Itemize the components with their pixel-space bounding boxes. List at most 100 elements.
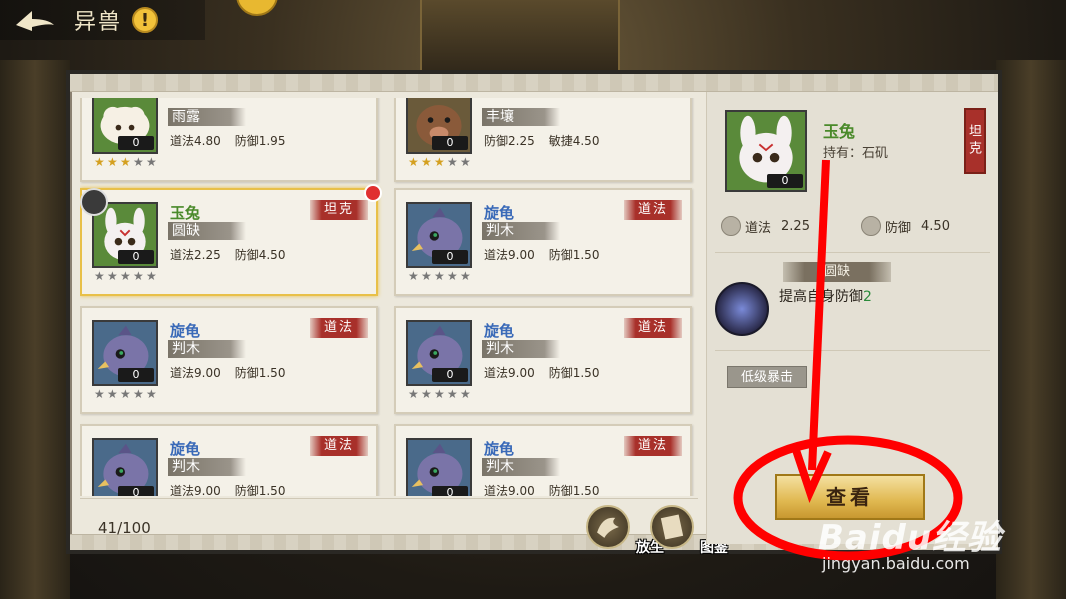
star-icon: ★ [146, 155, 157, 169]
release-button[interactable]: 放生 [586, 505, 664, 556]
level-badge: 0 [432, 250, 468, 264]
star-icon: ★ [408, 387, 419, 401]
beast-stats: 道法9.00 防御1.50 [170, 482, 285, 496]
background-pillar-right [996, 60, 1066, 599]
stat-label: 道法 [745, 220, 772, 236]
star-icon: ★ [94, 155, 105, 169]
beast-card[interactable]: 0 ★ ★ ★ ★ ★ 丰壤 防御2.25 敏捷4.50 [394, 98, 692, 182]
watermark-url: jingyan.baidu.com [822, 554, 970, 573]
star-icon: ★ [447, 387, 458, 401]
defense-icon [861, 216, 881, 236]
background-pillar-left [0, 60, 70, 599]
beast-stats: 道法9.00 防御1.50 [484, 482, 599, 496]
level-badge: 0 [118, 368, 154, 382]
beast-card[interactable]: 0 ★★★★★ 旋龟 判木 道法9.00 防御1.50 道法 [80, 424, 378, 496]
detail-name: 玉兔 [823, 122, 856, 141]
beast-list[interactable]: 0 ★ ★ ★ ★ ★ 雨露 道法4.80 防御1.95 0 ★ ★ ★ ★ ★ 丰壤 防御2.… [80, 98, 698, 496]
beast-detail: 0 玉兔 持有：石矶 坦克 道法 2.25 防御 4.50 圆缺 提高自身防御2… [706, 92, 998, 544]
beast-stats: 道法9.00 防御1.50 [484, 246, 599, 263]
boar-portrait-icon: 0 [406, 98, 472, 154]
detail-stat-defense: 防御 4.50 [861, 216, 950, 236]
beast-stats: 道法4.80 防御1.95 [170, 132, 285, 149]
beast-name: 旋龟 [484, 322, 515, 340]
star-icon: ★ [107, 269, 118, 283]
beast-stats: 道法9.00 防御1.50 [484, 364, 599, 381]
stat-primary: 道法4.80 [170, 134, 221, 148]
beast-card[interactable]: 0 ★★★★★ 旋龟 判木 道法9.00 防御1.50 道法 [80, 306, 378, 414]
detail-portrait: 0 [725, 110, 807, 192]
level-badge: 0 [432, 486, 468, 496]
coin-icon[interactable] [236, 0, 278, 16]
beast-stats: 防御2.25 敏捷4.50 [484, 132, 599, 149]
star-icon: ★ [460, 155, 471, 169]
star-icon: ★ [107, 155, 118, 169]
skill-name: 圆缺 [168, 222, 246, 240]
beast-card[interactable]: 0 ★ ★ ★ ★ ★ 玉兔 圆缺 道法2.25 防御4.50 坦克 [80, 184, 382, 296]
star-icon: ★ [133, 387, 144, 401]
stat-value: 4.50 [921, 218, 950, 234]
back-arrow-icon[interactable] [12, 5, 62, 35]
divider [715, 252, 990, 253]
star-icon: ★ [434, 269, 445, 283]
beast-name: 旋龟 [170, 440, 201, 458]
star-icon: ★ [434, 387, 445, 401]
level-badge: 0 [118, 250, 154, 264]
stat-primary: 道法9.00 [484, 366, 535, 380]
beast-card[interactable]: 0 ★★★★★ 旋龟 判木 道法9.00 防御1.50 道法 [394, 306, 692, 414]
star-icon: ★ [421, 269, 432, 283]
star-icon: ★ [120, 387, 131, 401]
info-icon[interactable]: ! [132, 7, 159, 33]
star-icon: ★ [421, 387, 432, 401]
role-tag: 道法 [310, 436, 368, 456]
passive-skill-tag[interactable]: 低级暴击 [727, 366, 807, 388]
stat-secondary: 防御1.95 [234, 134, 286, 148]
bird-portrait-icon: 0 [406, 320, 472, 386]
beast-name: 玉兔 [170, 204, 201, 222]
star-icon: ★ [460, 269, 471, 283]
atlas-button[interactable]: 图鉴 [650, 505, 728, 556]
skill-name: 判木 [168, 340, 246, 358]
star-icon: ★ [434, 155, 445, 169]
star-rating: ★ ★ ★ ★ ★ [94, 388, 158, 400]
bird-portrait-icon: 0 [92, 438, 158, 496]
level-badge: 0 [118, 486, 154, 496]
beast-stats: 道法9.00 防御1.50 [170, 364, 285, 381]
skill-sword-icon[interactable] [715, 282, 769, 336]
star-icon: ★ [94, 269, 105, 283]
star-icon: ★ [146, 269, 157, 283]
star-icon: ★ [447, 269, 458, 283]
star-icon: ★ [447, 155, 458, 169]
star-icon: ★ [460, 387, 471, 401]
stat-primary: 防御2.25 [484, 134, 535, 148]
stat-primary: 道法9.00 [484, 248, 535, 262]
background-roof [420, 0, 620, 80]
stat-label: 防御 [885, 220, 912, 236]
beast-count: 41/100 [98, 519, 151, 537]
stat-secondary: 防御1.50 [234, 484, 286, 496]
role-tag: 道法 [624, 200, 682, 220]
skill-name: 判木 [482, 222, 560, 240]
skill-name: 判木 [482, 458, 560, 476]
stat-secondary: 防御1.50 [548, 248, 600, 262]
beast-card[interactable]: 0 ★★★★★ 旋龟 判木 道法9.00 防御1.50 道法 [394, 424, 692, 496]
skill-title: 圆缺 [783, 262, 891, 282]
detail-role-tag: 坦克 [964, 108, 986, 174]
panel-border-top [70, 74, 998, 92]
bird-portrait-icon: 0 [406, 438, 472, 496]
star-icon: ★ [146, 387, 157, 401]
skill-name: 丰壤 [482, 108, 560, 126]
beast-card[interactable]: 0 ★ ★ ★ ★ ★ 雨露 道法4.80 防御1.95 [80, 98, 378, 182]
stat-primary: 道法9.00 [170, 484, 221, 496]
star-icon: ★ [94, 387, 105, 401]
skill-name: 雨露 [168, 108, 246, 126]
stat-secondary: 防御1.50 [548, 484, 600, 496]
beast-card[interactable]: 0 ★★★★★ 旋龟 判木 道法9.00 防御1.50 道法 [394, 188, 692, 296]
detail-stat-magic: 道法 2.25 [721, 216, 810, 236]
magic-icon [721, 216, 741, 236]
beast-name: 旋龟 [484, 204, 515, 222]
sheep-portrait-icon: 0 [92, 98, 158, 154]
beast-name: 旋龟 [484, 440, 515, 458]
star-icon: ★ [408, 269, 419, 283]
star-icon: ★ [133, 269, 144, 283]
bird-portrait-icon: 0 [92, 320, 158, 386]
